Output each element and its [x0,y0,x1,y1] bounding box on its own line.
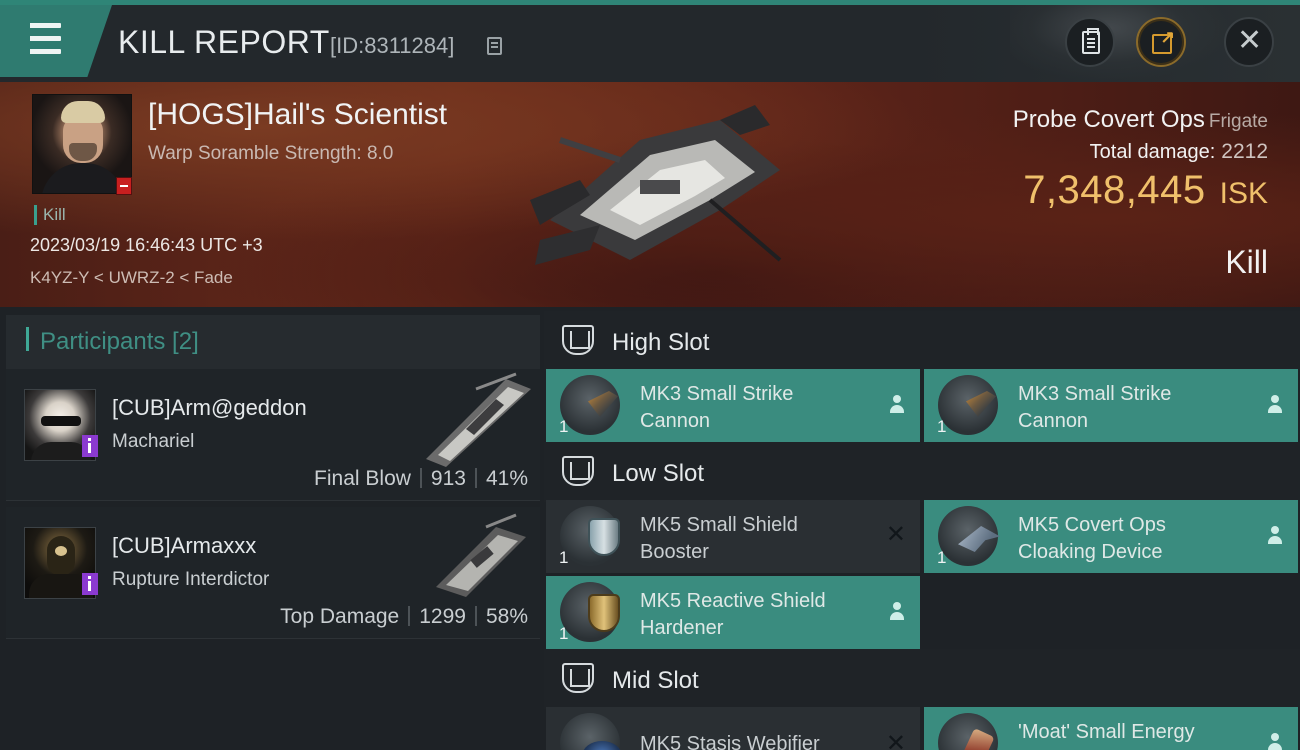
module-name: MK3 Small Strike Cannon [640,383,794,432]
share-button[interactable]: ↗ [1136,17,1186,67]
module-item[interactable]: 1 MK5 Covert Ops Cloaking Device [924,500,1298,573]
participant-ship: Rupture Interdictor [112,569,270,590]
participants-label: Participants [2] [40,328,199,355]
module-item[interactable]: 1 MK5 Reactive Shield Hardener [546,576,920,649]
module-item[interactable]: 1 MK5 Small Shield Booster ✕ [546,500,920,573]
module-item[interactable]: 1 MK3 Small Strike Cannon [546,369,920,442]
shield-hardener-icon [560,582,620,642]
participant-stats: Top Damage 1299 58% [280,605,528,628]
fitting-panel: High Slot 1 MK3 Small Strike Cannon 1 MK3… [540,307,1300,750]
victim-ship-type[interactable]: Probe Covert Ops Frigate [1013,106,1268,134]
module-item[interactable]: 'Moat' Small Energy [924,707,1298,750]
cannon-icon [560,375,620,435]
destroyed-x-icon: ✕ [885,520,906,548]
copy-icon[interactable] [487,37,502,55]
module-item[interactable]: MK5 Stasis Webifier ✕ [546,707,920,750]
participant-name[interactable]: [CUB]Armaxxx [112,533,256,559]
menu-icon [25,23,61,28]
participant-ship: Machariel [112,431,195,452]
kill-report-window: KILL REPORT [ID:8311284] ↗ ✕ [HOGS]Hail'… [0,0,1300,750]
module-name: MK5 Covert Ops Cloaking Device [1018,514,1166,563]
slot-shield-icon [562,456,594,486]
module-name: MK5 Reactive Shield Hardener [640,590,826,639]
close-button[interactable]: ✕ [1224,17,1274,67]
dropped-to-user-icon [1268,733,1282,750]
low-slot-header: Low Slot [544,442,1300,502]
dropped-to-user-icon [890,395,904,415]
report-id: [ID:8311284] [330,33,455,58]
module-name: MK3 Small Strike Cannon [1018,383,1172,432]
cannon-icon [938,375,998,435]
energy-module-icon [938,713,998,750]
module-item[interactable]: 1 MK3 Small Strike Cannon [924,369,1298,442]
kill-result: Kill [1225,244,1268,280]
destroyed-x-icon: ✕ [885,729,906,750]
close-icon: ✕ [1237,23,1263,58]
kill-datetime: 2023/03/19 16:46:43 UTC +3 [30,235,263,255]
isk-value: 7,348,445 ISK [1023,168,1268,212]
participants-header[interactable]: Participants [2] [6,315,540,371]
attacker-badge-icon [82,573,98,595]
page-title: KILL REPORT [118,24,330,60]
clipboard-icon [1082,28,1100,54]
participant-ship-image [426,372,531,467]
kill-location[interactable]: K4YZ-Y < UWRZ-2 < Fade [30,268,233,288]
slot-shield-icon [562,663,594,693]
module-name: MK5 Small Shield Booster [640,514,798,563]
slot-shield-icon [562,325,594,355]
dropped-to-user-icon [1268,526,1282,546]
dropped-to-user-icon [1268,395,1282,415]
module-name: MK5 Stasis Webifier [640,733,820,750]
participant-row[interactable]: [CUB]Armaxxx Rupture Interdictor Top Dam… [6,507,540,639]
participant-row[interactable]: [CUB]Arm@geddon Machariel Final Blow 913 4… [6,369,540,501]
total-damage: Total damage: 2212 [1089,140,1268,163]
header-decoration [1010,5,1230,82]
attacker-badge-icon [82,435,98,457]
destroyed-badge-icon [116,177,132,195]
kill-tag: Kill [34,205,66,225]
participant-name[interactable]: [CUB]Arm@geddon [112,395,307,421]
participants-panel: Participants [2] [CUB]Arm@geddon Machari… [0,307,540,750]
module-name: 'Moat' Small Energy [1018,721,1195,743]
warp-scramble-strength: Warp Soramble Strength: 8.0 [148,143,394,164]
victim-name[interactable]: [HOGS]Hail's Scientist [148,98,447,132]
participant-ship-image [436,513,526,597]
shield-booster-icon [560,506,620,566]
high-slot-header: High Slot [544,311,1300,371]
mid-slot-header: Mid Slot [544,649,1300,709]
clipboard-button[interactable] [1065,17,1115,67]
dropped-to-user-icon [890,602,904,622]
stasis-webifier-icon [560,713,622,750]
victim-ship-image[interactable] [520,100,800,270]
participant-stats: Final Blow 913 41% [314,467,528,490]
cloaking-device-icon [938,506,1000,566]
